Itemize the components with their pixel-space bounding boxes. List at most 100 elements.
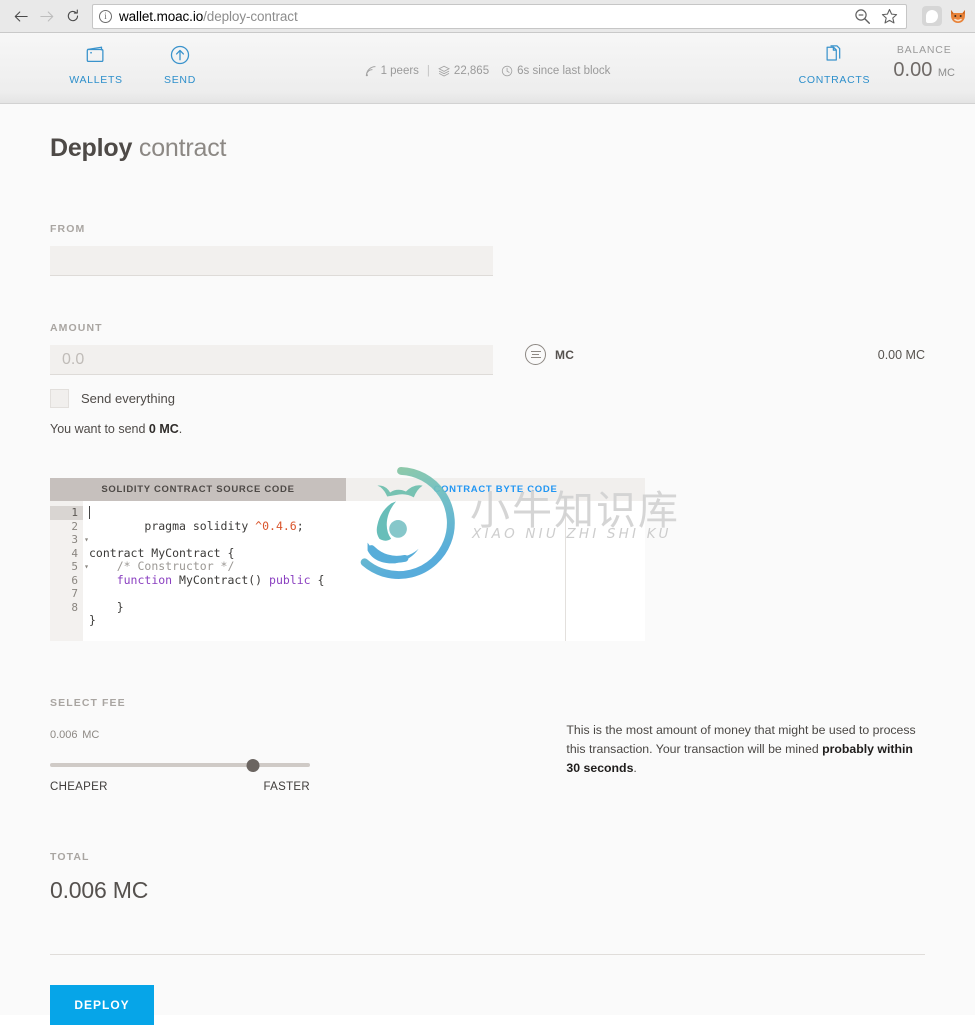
editor-body: 1 2 3 ▾ 4 5 ▾ 6 7 8 pragma solidity ^0.4.6… [50, 501, 645, 641]
available-balance: 0.00 MC [877, 347, 925, 362]
url-path: /deploy-contract [203, 8, 298, 24]
node-status-bar: 1 peers | 22,865 6s since last block [365, 65, 610, 77]
tab-contract-bytecode[interactable]: CONTRACT BYTE CODE [346, 478, 645, 501]
from-section: FROM [50, 223, 925, 276]
peers-status: 1 peers [365, 65, 419, 77]
arrow-right-icon [40, 10, 54, 22]
app-header: WALLETS SEND 1 peers | 22,865 6s since l… [0, 33, 975, 104]
send-summary-note: You want to send 0 MC. [50, 422, 925, 436]
line-number: 1 [50, 506, 83, 520]
line-number-gutter: 1 2 3 ▾ 4 5 ▾ 6 7 8 [50, 501, 89, 641]
from-select[interactable] [50, 246, 493, 276]
back-button[interactable] [8, 3, 34, 29]
reload-icon [67, 9, 79, 22]
fee-slider-thumb[interactable] [246, 759, 260, 772]
tab-solidity-source[interactable]: SOLIDITY CONTRACT SOURCE CODE [50, 478, 346, 501]
block-number: 22,865 [453, 65, 490, 77]
arrow-left-icon [14, 10, 28, 22]
nav-contracts-label: CONTRACTS [798, 74, 871, 86]
fee-section: SELECT FEE 0.006 MC CHEAPER FASTER This … [50, 697, 925, 793]
block-count-status: 22,865 [438, 65, 489, 77]
page-title-light: contract [138, 134, 227, 162]
balance-amount: 0.00 MC [893, 59, 955, 82]
forward-button[interactable] [34, 3, 60, 29]
fee-description: This is the most amount of money that mi… [566, 697, 925, 793]
balance-unit: MC [937, 67, 955, 79]
send-everything-row[interactable]: Send everything [50, 389, 925, 408]
fee-unit: MC [82, 729, 100, 741]
fee-value: 0.006 MC [50, 723, 566, 743]
amount-label: AMOUNT [50, 322, 103, 334]
line-number: 3 ▾ [71, 533, 89, 546]
balance-display: BALANCE 0.00 MC [893, 42, 955, 82]
fee-label: SELECT FEE [50, 697, 126, 709]
url-domain: wallet.moac.io [119, 8, 204, 24]
nav-send[interactable]: SEND [144, 42, 216, 86]
send-everything-checkbox[interactable] [50, 389, 69, 408]
page-title: Deploy contract [50, 104, 925, 163]
deploy-button[interactable]: DEPLOY [50, 985, 154, 1025]
fee-desc-suffix: . [633, 761, 637, 776]
line-number: 2 [71, 519, 78, 533]
editor-tabs: SOLIDITY CONTRACT SOURCE CODE CONTRACT B… [50, 478, 645, 501]
contracts-documents-icon [823, 42, 845, 68]
signal-icon [365, 66, 375, 77]
send-note-prefix: You want to send [50, 422, 149, 436]
clock-icon [501, 65, 513, 77]
reload-button[interactable] [60, 3, 86, 29]
line-number: 6 [71, 573, 78, 587]
blocks-stack-icon [438, 65, 450, 77]
nav-contracts[interactable]: CONTRACTS [791, 42, 877, 86]
from-label: FROM [50, 223, 86, 235]
wallet-icon [85, 42, 107, 68]
line-number: 5 ▾ [71, 560, 89, 573]
page-title-bold: Deploy [50, 134, 133, 162]
section-divider [50, 954, 925, 955]
extension-glyph [926, 9, 938, 23]
line-number: 4 [71, 546, 78, 560]
fee-desc-line2-prefix: transaction. Your transaction will be mi… [588, 742, 823, 757]
send-note-suffix: . [178, 422, 183, 436]
send-note-amount: 0 MC [148, 422, 179, 436]
balance-number: 0.00 [893, 59, 933, 81]
fee-slider-track[interactable] [50, 763, 310, 767]
peers-count: 1 peers [380, 65, 419, 77]
fee-slider[interactable] [50, 759, 310, 772]
total-section: TOTAL 0.006 MC [50, 851, 925, 904]
profile-fox-icon[interactable] [949, 7, 967, 25]
deploy-contract-page: Deploy contract FROM AMOUNT 0.0 MC 0.00 … [0, 104, 975, 1025]
status-separator: | [426, 65, 430, 77]
unit-label: MC [555, 347, 575, 362]
total-label: TOTAL [50, 851, 90, 863]
nav-wallets-label: WALLETS [69, 74, 123, 86]
last-block-status: 6s since last block [501, 65, 610, 77]
nav-send-label: SEND [164, 74, 196, 86]
line-number: 8 [71, 600, 78, 614]
url-bar[interactable]: i wallet.moac.io/deploy-contract [92, 3, 907, 29]
fee-min-label: CHEAPER [50, 781, 108, 793]
solidity-code-input[interactable]: pragma solidity ^0.4.6; contract MyContr… [83, 501, 566, 641]
extension-icon[interactable] [922, 6, 942, 26]
bookmark-star-icon[interactable] [881, 8, 898, 25]
bytecode-panel[interactable] [566, 501, 645, 641]
last-block-time: 6s since last block [517, 65, 611, 77]
unit-selector[interactable]: MC [525, 344, 574, 365]
fee-slider-labels: CHEAPER FASTER [50, 781, 310, 793]
fee-max-label: FASTER [263, 781, 310, 793]
unit-menu-icon [525, 344, 546, 365]
site-info-icon[interactable]: i [99, 9, 112, 23]
total-value: 0.006 MC [50, 877, 149, 903]
send-everything-label: Send everything [81, 391, 175, 406]
balance-label: BALANCE [896, 44, 952, 56]
send-arrow-up-icon [169, 42, 191, 68]
fee-amount: 0.006 [50, 729, 78, 741]
text-cursor [89, 506, 90, 519]
amount-section: AMOUNT 0.0 MC 0.00 MC Send everything Yo… [50, 322, 925, 436]
browser-toolbar: i wallet.moac.io/deploy-contract [0, 0, 975, 33]
contract-editor: SOLIDITY CONTRACT SOURCE CODE CONTRACT B… [50, 466, 678, 641]
line-number: 7 [71, 587, 78, 600]
amount-input[interactable]: 0.0 [50, 345, 493, 375]
zoom-out-icon[interactable] [854, 8, 871, 25]
nav-wallets[interactable]: WALLETS [60, 42, 132, 86]
amount-placeholder: 0.0 [62, 350, 85, 368]
